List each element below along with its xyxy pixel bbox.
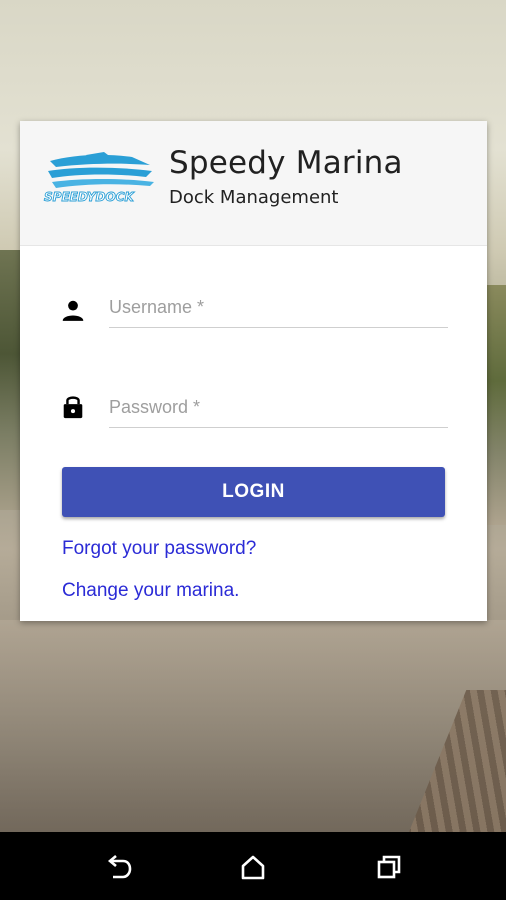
login-button[interactable]: LOGIN: [62, 467, 445, 517]
home-icon[interactable]: [238, 852, 268, 882]
logo-text: SPEEDYDOCK: [44, 190, 136, 204]
username-input[interactable]: [109, 287, 448, 328]
login-card: SPEEDYDOCK Speedy Marina Dock Management…: [20, 121, 487, 621]
change-marina-link[interactable]: Change your marina.: [62, 580, 239, 602]
recents-icon[interactable]: [374, 852, 404, 882]
app-title: Speedy Marina: [169, 145, 403, 181]
username-field: [60, 287, 450, 333]
person-icon: [62, 300, 84, 321]
speedydock-logo: SPEEDYDOCK: [44, 152, 154, 204]
forgot-password-link[interactable]: Forgot your password?: [62, 538, 256, 560]
lock-icon: [63, 396, 83, 419]
app-subtitle: Dock Management: [169, 187, 339, 208]
android-nav-bar: [0, 832, 506, 900]
password-field: [60, 387, 450, 433]
card-header: SPEEDYDOCK Speedy Marina Dock Management: [20, 121, 487, 246]
background-trees-left: [0, 250, 22, 510]
background-trees-right: [486, 285, 506, 525]
password-input[interactable]: [109, 387, 448, 428]
login-screen: SPEEDYDOCK Speedy Marina Dock Management…: [0, 0, 506, 900]
back-icon[interactable]: [104, 852, 134, 882]
